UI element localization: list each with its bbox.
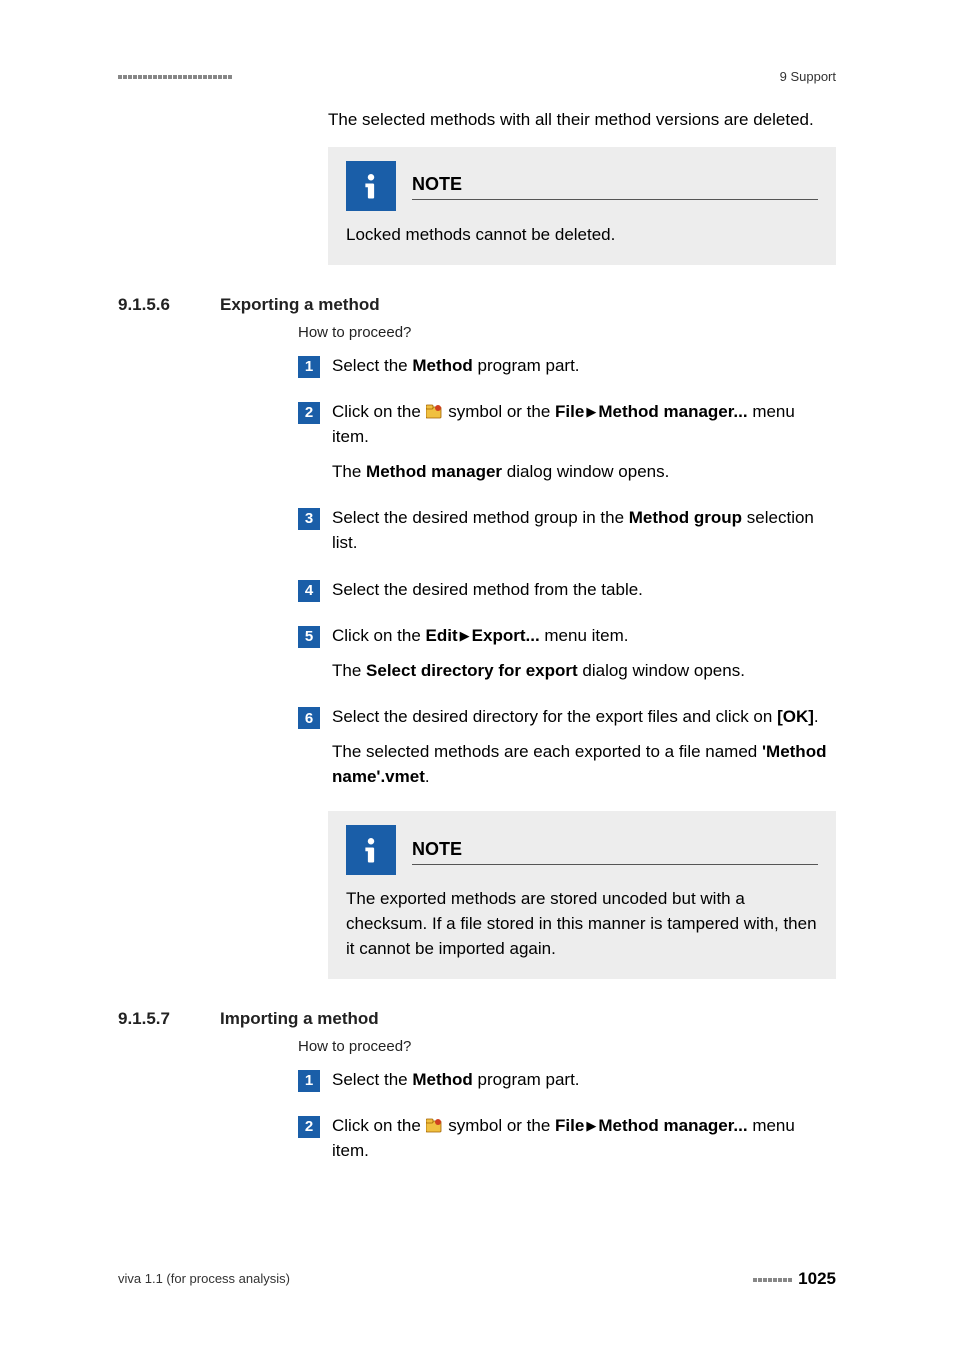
header-ticks-icon	[118, 75, 232, 79]
step-number: 5	[298, 626, 320, 648]
note-title: NOTE	[412, 171, 818, 200]
step-text: Select the desired method group in the M…	[332, 506, 836, 555]
step-result: The selected methods are each exported t…	[332, 740, 836, 789]
page-number: 1025	[798, 1267, 836, 1292]
step-item: 1 Select the Method program part.	[298, 354, 836, 379]
folder-icon	[426, 404, 444, 420]
step-number: 2	[298, 1116, 320, 1138]
section-number: 9.1.5.6	[118, 293, 220, 318]
step-text: Click on the Edit▶Export... menu item.	[332, 624, 836, 649]
header-chapter: 9 Support	[780, 68, 836, 87]
section-title: Importing a method	[220, 1007, 379, 1032]
step-number: 1	[298, 1070, 320, 1092]
section-title: Exporting a method	[220, 293, 380, 318]
step-number: 2	[298, 402, 320, 424]
footer-ticks-icon	[753, 1278, 792, 1282]
note-box: NOTE The exported methods are stored unc…	[328, 811, 836, 979]
footer-left: viva 1.1 (for process analysis)	[118, 1270, 290, 1289]
howto-label: How to proceed?	[298, 1036, 836, 1058]
step-item: 1 Select the Method program part.	[298, 1068, 836, 1093]
folder-icon	[426, 1118, 444, 1134]
step-text: Click on the symbol or the File▶Method m…	[332, 1114, 836, 1163]
intro-text: The selected methods with all their meth…	[328, 108, 836, 133]
step-text: Select the desired directory for the exp…	[332, 705, 836, 730]
step-number: 1	[298, 356, 320, 378]
note-body: The exported methods are stored uncoded …	[346, 887, 818, 961]
info-icon	[346, 161, 396, 211]
step-item: 3 Select the desired method group in the…	[298, 506, 836, 555]
section-heading: 9.1.5.6 Exporting a method	[118, 293, 836, 318]
note-box: NOTE Locked methods cannot be deleted.	[328, 147, 836, 266]
note-title: NOTE	[412, 836, 818, 865]
page-content: The selected methods with all their meth…	[118, 108, 836, 1186]
step-text: Select the Method program part.	[332, 1068, 836, 1093]
page-header: 9 Support	[118, 72, 836, 82]
footer-right: 1025	[753, 1267, 836, 1292]
step-item: 2 Click on the symbol or the File▶Method…	[298, 1114, 836, 1163]
note-body: Locked methods cannot be deleted.	[346, 223, 818, 248]
step-item: 5 Click on the Edit▶Export... menu item.…	[298, 624, 836, 683]
step-result: The Select directory for export dialog w…	[332, 659, 836, 684]
page-footer: viva 1.1 (for process analysis) 1025	[118, 1267, 836, 1292]
steps-list: 1 Select the Method program part. 2 Clic…	[298, 1068, 836, 1164]
step-number: 4	[298, 580, 320, 602]
step-number: 3	[298, 508, 320, 530]
info-icon	[346, 825, 396, 875]
step-item: 2 Click on the symbol or the File▶Method…	[298, 400, 836, 484]
step-item: 4 Select the desired method from the tab…	[298, 578, 836, 603]
step-number: 6	[298, 707, 320, 729]
steps-list: 1 Select the Method program part. 2 Clic…	[298, 354, 836, 790]
howto-label: How to proceed?	[298, 322, 836, 344]
step-text: Select the desired method from the table…	[332, 578, 836, 603]
step-result: The Method manager dialog window opens.	[332, 460, 836, 485]
section-heading: 9.1.5.7 Importing a method	[118, 1007, 836, 1032]
step-text: Click on the symbol or the File▶Method m…	[332, 400, 836, 449]
step-text: Select the Method program part.	[332, 354, 836, 379]
section-number: 9.1.5.7	[118, 1007, 220, 1032]
step-item: 6 Select the desired directory for the e…	[298, 705, 836, 789]
